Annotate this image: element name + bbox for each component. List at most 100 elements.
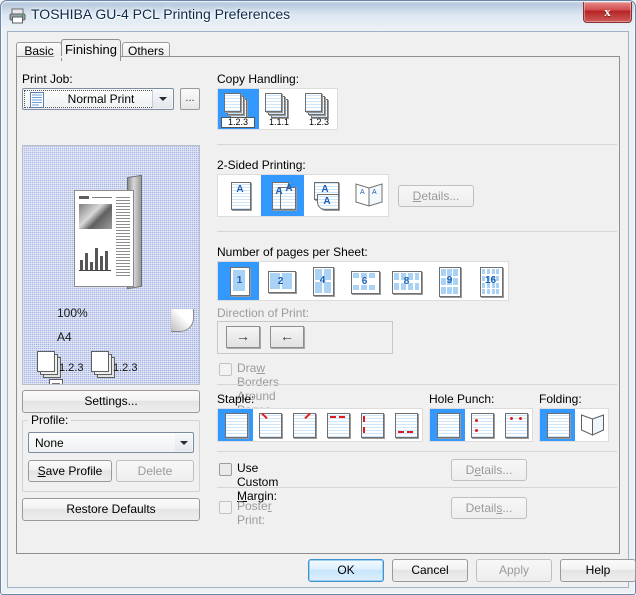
staple-option-top-double[interactable] bbox=[321, 409, 355, 441]
pages-per-sheet-option-6[interactable]: 6 bbox=[343, 262, 385, 300]
pages-per-sheet-option-16[interactable]: 16 bbox=[469, 262, 510, 300]
use-custom-margin-checkbox[interactable] bbox=[219, 463, 232, 476]
direction-left-to-right-button: → bbox=[226, 326, 260, 348]
pages-per-sheet-options: 1 2 4 6 8 9 16 bbox=[217, 261, 509, 301]
booklet-fold-icon bbox=[581, 414, 604, 436]
close-icon: x bbox=[604, 4, 611, 19]
copy-handling-label-2: 1.2.3 bbox=[308, 117, 330, 127]
profile-value: None bbox=[35, 436, 64, 450]
two-sided-details-button: Details... bbox=[398, 185, 474, 207]
window-title: TOSHIBA GU-4 PCL Printing Preferences bbox=[31, 6, 291, 22]
copy-handling-option-1[interactable]: 1.1.1 bbox=[259, 89, 299, 129]
hole-punch-options bbox=[429, 408, 533, 442]
staple-option-top-left[interactable] bbox=[253, 409, 287, 441]
preview-photo bbox=[79, 204, 112, 229]
pages-per-sheet-label: Number of pages per Sheet: bbox=[217, 245, 368, 259]
print-job-value: Normal Print bbox=[67, 92, 135, 106]
print-job-more-button[interactable]: ... bbox=[180, 88, 200, 110]
settings-button[interactable]: Settings... bbox=[22, 390, 200, 413]
staple-option-top-right[interactable] bbox=[287, 409, 321, 441]
pages-per-sheet-option-2[interactable]: 2 bbox=[259, 262, 301, 300]
divider bbox=[217, 144, 617, 145]
arrow-right-icon: → bbox=[236, 328, 250, 344]
staple-option-bottom-double[interactable] bbox=[389, 409, 424, 441]
arrow-left-icon: ← bbox=[280, 328, 294, 344]
print-preview: 100% A4 1.2.3 1.2.3 bbox=[22, 145, 200, 385]
dialog-client-area: Basic Finishing Others Print Job: Normal… bbox=[7, 31, 636, 588]
folding-option-off[interactable] bbox=[540, 409, 575, 441]
two-sided-option-short-edge[interactable]: A A bbox=[304, 175, 347, 216]
divider bbox=[217, 487, 617, 488]
chevron-down-icon[interactable] bbox=[152, 90, 172, 108]
preview-zoom-label: 100% bbox=[57, 306, 88, 320]
hole-punch-option-off[interactable] bbox=[430, 409, 465, 441]
copy-handling-options: 1.2.3 1.1.1 1.2.3 bbox=[217, 88, 338, 130]
poster-print-label: Poster Print: bbox=[237, 499, 272, 527]
chevron-down-icon[interactable] bbox=[175, 434, 192, 451]
copy-handling-option-0[interactable]: 1.2.3 bbox=[218, 89, 259, 129]
hole-punch-label: Hole Punch: bbox=[429, 392, 495, 406]
pages-per-sheet-option-4[interactable]: 4 bbox=[301, 262, 343, 300]
staple-options bbox=[217, 408, 423, 442]
copy-handling-option-2[interactable]: 1.2.3 bbox=[299, 89, 339, 129]
print-job-combobox[interactable]: Normal Print bbox=[22, 88, 174, 110]
staple-label: Staple: bbox=[217, 392, 255, 406]
pages-per-sheet-option-1[interactable]: 1 bbox=[218, 262, 259, 300]
print-job-label: Print Job: bbox=[22, 72, 73, 86]
hole-punch-option-top[interactable] bbox=[499, 409, 534, 441]
pages-per-sheet-option-8[interactable]: 8 bbox=[385, 262, 427, 300]
profile-label: Profile: bbox=[28, 413, 72, 427]
two-sided-options: A A A A A A A bbox=[217, 174, 389, 217]
staple-option-off[interactable] bbox=[218, 409, 253, 441]
preview-stack-label-2: 1.2.3 bbox=[113, 362, 138, 374]
printing-preferences-window: TOSHIBA GU-4 PCL Printing Preferences x … bbox=[0, 0, 636, 595]
poster-print-checkbox bbox=[219, 501, 232, 514]
printer-icon bbox=[9, 8, 26, 24]
two-sided-option-long-edge[interactable]: A A bbox=[261, 175, 304, 216]
cancel-button[interactable]: Cancel bbox=[392, 559, 468, 582]
svg-text:A: A bbox=[360, 189, 365, 196]
direction-of-print-label: Direction of Print: bbox=[217, 306, 310, 320]
divider bbox=[217, 384, 617, 385]
custom-margin-details-button: Details... bbox=[451, 459, 527, 481]
preview-output-stack-2: 1.2.3 bbox=[91, 351, 137, 378]
save-profile-button[interactable]: Save Profile bbox=[28, 460, 112, 482]
preview-output-stack-1: 1.2.3 bbox=[37, 351, 83, 378]
dialog-footer: OK Cancel Apply Help bbox=[8, 556, 636, 588]
profile-combobox[interactable]: None bbox=[28, 432, 194, 453]
title-bar[interactable]: TOSHIBA GU-4 PCL Printing Preferences x bbox=[1, 1, 635, 31]
folding-label: Folding: bbox=[539, 392, 582, 406]
hole-punch-option-left[interactable] bbox=[465, 409, 499, 441]
preview-text-column bbox=[116, 197, 130, 278]
copy-handling-label: Copy Handling: bbox=[217, 72, 300, 86]
two-sided-option-booklet[interactable]: A A bbox=[347, 175, 390, 216]
close-button[interactable]: x bbox=[583, 2, 632, 23]
svg-text:A: A bbox=[372, 189, 377, 196]
booklet-icon: A A bbox=[355, 183, 383, 207]
preview-document-icon bbox=[49, 379, 63, 384]
tab-seam bbox=[54, 56, 112, 58]
poster-print-details-button: Details... bbox=[451, 497, 527, 519]
divider bbox=[217, 451, 617, 452]
direction-of-print-options: → ← bbox=[217, 321, 393, 354]
copy-handling-label-1: 1.1.1 bbox=[268, 117, 290, 127]
direction-right-to-left-button: ← bbox=[270, 326, 304, 348]
help-button[interactable]: Help bbox=[560, 559, 636, 582]
pages-per-sheet-option-9[interactable]: 9 bbox=[427, 262, 469, 300]
document-icon bbox=[30, 92, 44, 108]
ok-button[interactable]: OK bbox=[308, 559, 384, 582]
folding-options bbox=[539, 408, 609, 442]
folding-option-booklet-fold[interactable] bbox=[575, 409, 610, 441]
divider bbox=[217, 231, 617, 232]
apply-button: Apply bbox=[476, 559, 552, 582]
use-custom-margin-label: Use Custom Margin: bbox=[237, 461, 279, 503]
preview-chart bbox=[79, 243, 113, 273]
preview-page-front bbox=[74, 190, 194, 332]
two-sided-printing-label: 2-Sided Printing: bbox=[217, 158, 306, 172]
two-sided-option-none[interactable]: A bbox=[218, 175, 261, 216]
delete-profile-button: Delete bbox=[116, 460, 194, 482]
restore-defaults-button[interactable]: Restore Defaults bbox=[22, 498, 200, 521]
preview-paper-label: A4 bbox=[57, 330, 72, 344]
draw-borders-checkbox bbox=[219, 363, 232, 376]
staple-option-left-double[interactable] bbox=[355, 409, 389, 441]
